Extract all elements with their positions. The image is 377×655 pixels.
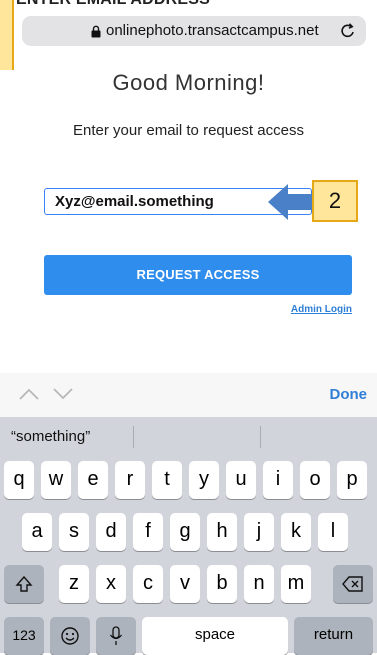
key[interactable]: d <box>96 513 126 551</box>
key[interactable]: m <box>281 565 311 603</box>
greeting-title: Good Morning! <box>112 70 265 95</box>
chevron-up-icon[interactable] <box>18 387 40 401</box>
key[interactable]: q <box>4 461 34 499</box>
chevron-down-icon[interactable] <box>52 387 74 401</box>
key[interactable]: g <box>170 513 200 551</box>
step-1-annotation-tab <box>0 0 14 70</box>
url-bar[interactable]: onlinephoto.transactcampus.net <box>22 16 366 46</box>
shift-key[interactable] <box>4 565 44 603</box>
key[interactable]: p <box>337 461 367 499</box>
email-prompt: Enter your email to request access <box>73 122 304 139</box>
key[interactable]: k <box>281 513 311 551</box>
key[interactable]: y <box>189 461 219 499</box>
reload-icon[interactable] <box>340 22 356 40</box>
key[interactable]: j <box>244 513 274 551</box>
suggestion-divider <box>133 426 134 448</box>
url-text: onlinephoto.transactcampus.net <box>106 22 319 39</box>
numbers-key[interactable]: 123 <box>4 617 44 655</box>
keyboard-accessory-bar: Done <box>0 373 377 418</box>
key[interactable]: e <box>78 461 108 499</box>
space-key[interactable]: space <box>142 617 288 655</box>
done-button[interactable]: Done <box>330 386 368 403</box>
key[interactable]: w <box>41 461 71 499</box>
key[interactable]: s <box>59 513 89 551</box>
key[interactable]: a <box>22 513 52 551</box>
suggestion-item[interactable]: “something” <box>11 428 90 445</box>
emoji-key[interactable] <box>50 617 90 655</box>
key[interactable]: t <box>152 461 182 499</box>
key[interactable]: f <box>133 513 163 551</box>
key[interactable]: x <box>96 565 126 603</box>
key[interactable]: z <box>59 565 89 603</box>
key[interactable]: u <box>226 461 256 499</box>
key[interactable]: v <box>170 565 200 603</box>
key[interactable]: n <box>244 565 274 603</box>
emoji-icon <box>61 627 79 645</box>
backspace-key[interactable] <box>333 565 373 603</box>
dictation-key[interactable] <box>96 617 136 655</box>
suggestion-divider <box>260 426 261 448</box>
key[interactable]: b <box>207 565 237 603</box>
shift-icon <box>15 575 33 592</box>
key[interactable]: i <box>263 461 293 499</box>
suggestion-bar: “something” <box>0 417 377 457</box>
request-access-button[interactable]: REQUEST ACCESS <box>44 255 352 295</box>
arrow-left-icon <box>268 184 314 220</box>
microphone-icon <box>109 626 123 645</box>
return-key[interactable]: return <box>294 617 373 655</box>
key[interactable]: c <box>133 565 163 603</box>
key[interactable]: o <box>300 461 330 499</box>
top-caption-text: ENTER EMAIL ADDRESS <box>16 0 210 9</box>
lock-icon <box>91 25 101 38</box>
key[interactable]: h <box>207 513 237 551</box>
key[interactable]: r <box>115 461 145 499</box>
top-caption: ENTER EMAIL ADDRESS <box>0 0 377 14</box>
admin-login-link[interactable]: Admin Login <box>291 304 352 315</box>
keyboard: Done “something” q w e r t y u i o p a s… <box>0 373 377 655</box>
backspace-icon <box>342 576 363 592</box>
key[interactable]: l <box>318 513 348 551</box>
step-2-annotation: 2 <box>312 180 358 222</box>
